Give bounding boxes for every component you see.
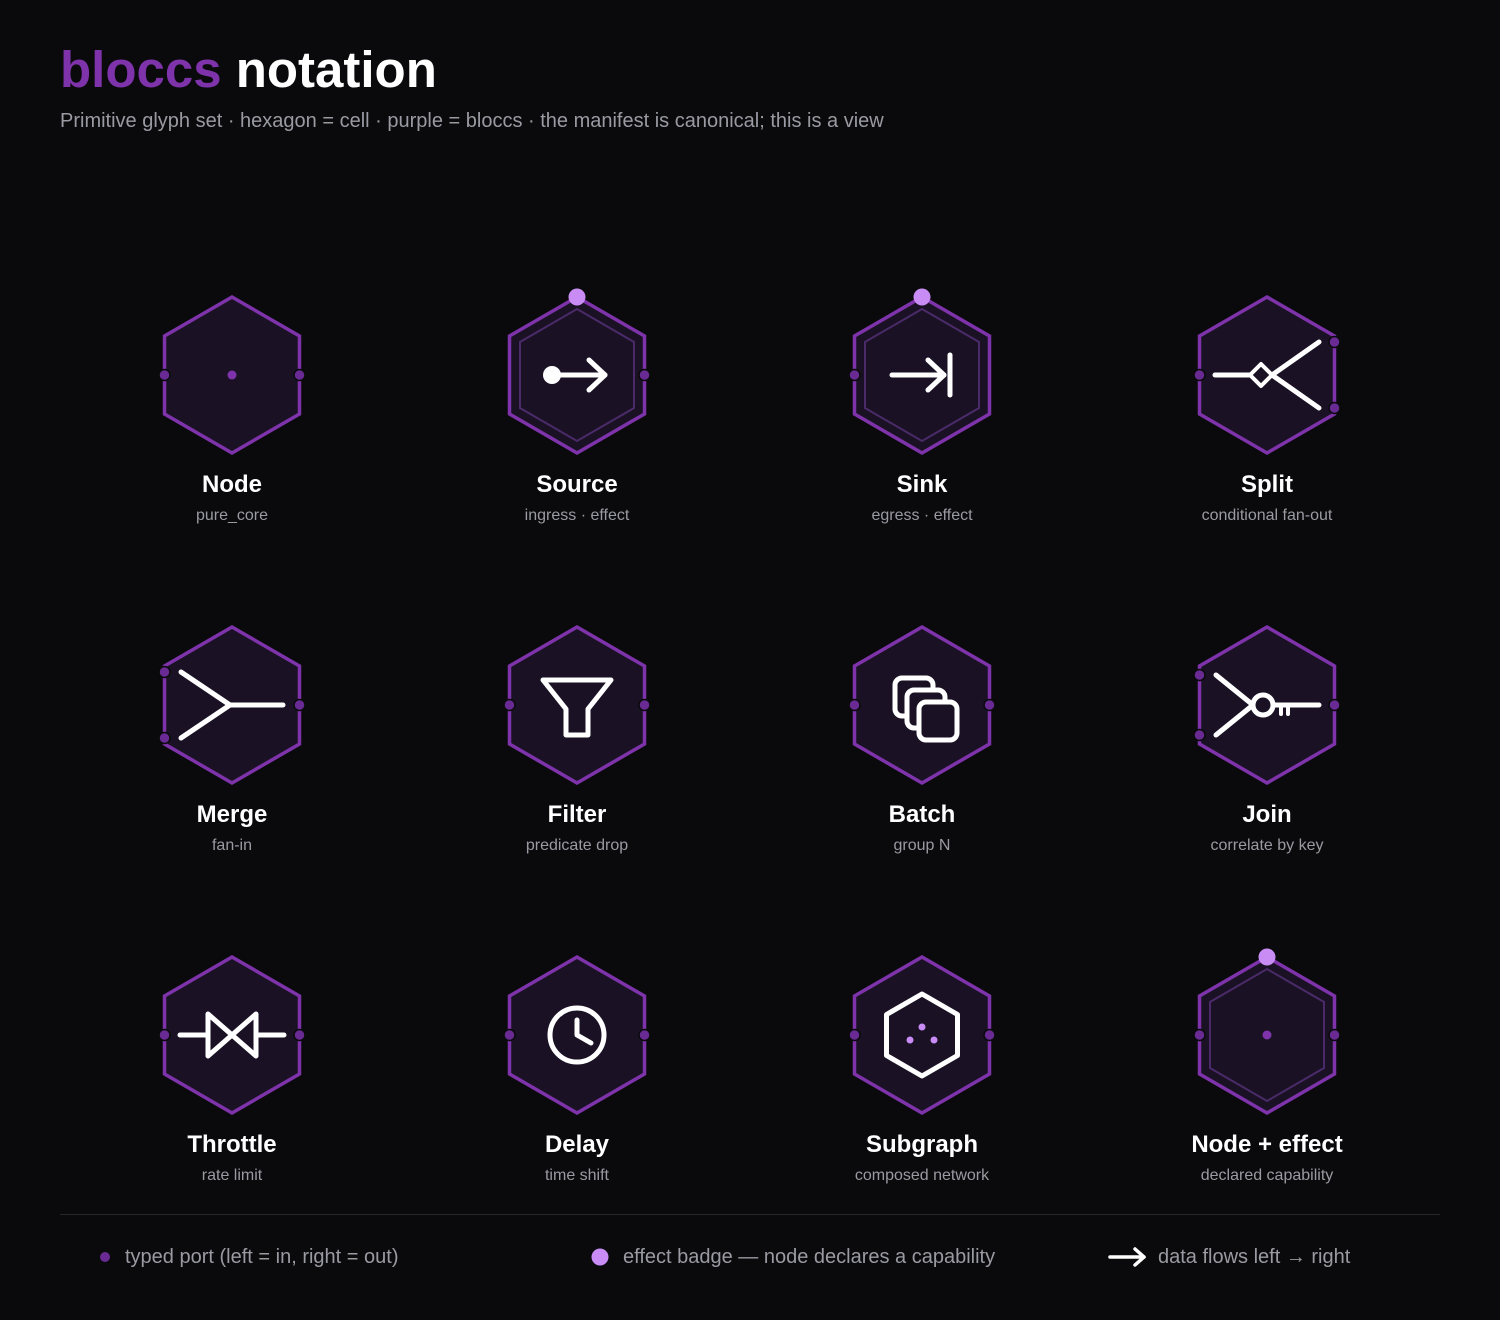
glyph-name: Batch [888,801,956,828]
join-glyph-svg [1193,624,1341,786]
glyph-merge: Merge fan-in [82,615,382,855]
glyph-name: Sink [896,471,948,498]
output-port [1328,1028,1341,1042]
glyph-name: Merge [196,801,268,828]
title-rest: notation [235,41,437,98]
input-port [503,698,516,712]
glyph-name: Throttle [187,1131,277,1158]
output-port [638,368,651,382]
glyph-desc: correlate by key [1210,837,1324,854]
subgraph-glyph-svg [848,954,996,1116]
legend-badge: effect badge — node declares a capabilit… [591,1241,995,1273]
legend-flow-label: data flows left → right [1158,1245,1351,1268]
badge-dot-icon [591,1248,609,1266]
glyph-filter: Filter predicate drop [427,615,727,855]
input-port-lower [158,731,171,745]
glyph-desc: pure_core [195,507,269,524]
glyph-name: Filter [547,801,607,828]
dot-icon [227,370,237,380]
arrow-right-icon [1108,1247,1146,1267]
input-port [158,1028,171,1042]
input-port [1193,1028,1206,1042]
output-port [983,698,996,712]
effect-badge [913,288,931,306]
glyph-desc: fan-in [211,837,253,854]
glyph-join: Join correlate by key [1117,615,1417,855]
glyph-name: Node [202,471,262,498]
source-glyph-svg [507,288,651,456]
output-port [638,698,651,712]
glyph-name: Source [536,471,618,498]
input-port [503,1028,516,1042]
output-port [293,368,306,382]
output-port [293,698,306,712]
sink-glyph-svg [848,288,992,456]
input-port [848,368,861,382]
glyph-batch: Batch group N [772,615,1072,855]
input-port-upper [158,665,171,679]
output-port [638,1028,651,1042]
glyph-desc: ingress · effect [524,507,630,524]
batch-glyph-svg [848,624,996,786]
node-effect-glyph-svg [1193,948,1341,1116]
input-port-upper [1193,668,1206,682]
glyph-desc: declared capability [1200,1167,1334,1184]
port-dot-icon [100,1252,110,1262]
output-port [1328,698,1341,712]
glyph-desc: time shift [544,1167,609,1184]
effect-badge [1258,948,1276,966]
input-port [848,698,861,712]
output-port [293,1028,306,1042]
glyph-desc: rate limit [201,1167,263,1184]
legend-badge-label: effect badge — node declares a capabilit… [623,1245,996,1268]
glyph-desc: predicate drop [525,837,629,854]
glyph-node: Node pure_core [82,285,382,525]
divider [60,1214,1440,1215]
title-brand: bloccs [60,41,222,98]
glyph-desc: conditional fan-out [1201,507,1333,524]
output-port [983,1028,996,1042]
input-port [158,368,171,382]
filter-glyph-svg [503,624,651,786]
input-port [848,1028,861,1042]
page-title: bloccs notation [60,38,884,102]
legend-port-label: typed port (left = in, right = out) [125,1245,399,1268]
throttle-glyph-svg [158,954,306,1116]
glyph-name: Subgraph [866,1131,978,1158]
glyph-delay: Delay time shift [427,945,727,1185]
glyph-name: Join [1242,801,1292,828]
glyph-sink: Sink egress · effect [772,285,1072,525]
delay-glyph-svg [503,954,651,1116]
glyph-desc: group N [893,837,951,854]
glyph-throttle: Throttle rate limit [82,945,382,1185]
node-glyph-svg [158,294,306,456]
dot-icon [1262,1030,1272,1040]
output-port-upper [1328,335,1341,349]
input-port [1193,368,1206,382]
split-glyph-svg [1193,294,1341,456]
legend-port: typed port (left = in, right = out) [99,1241,398,1273]
glyph-source: Source ingress · effect [427,285,727,525]
output-port-lower [1328,401,1341,415]
glyph-name: Node + effect [1191,1131,1343,1158]
glyph-subgraph: Subgraph composed network [772,945,1072,1185]
glyph-name: Delay [544,1131,610,1158]
effect-badge [568,288,586,306]
header: bloccs notation Primitive glyph set · he… [60,38,884,133]
glyph-split: Split conditional fan-out [1117,285,1417,525]
glyph-desc: composed network [854,1167,990,1184]
legend-flow: data flows left → right [1108,1241,1350,1273]
glyph-name: Split [1241,471,1293,498]
glyph-node-effect: Node + effect declared capability [1117,945,1417,1185]
page-subtitle: Primitive glyph set · hexagon = cell · p… [60,110,884,132]
input-port-lower [1193,728,1206,742]
merge-glyph-svg [158,624,306,786]
glyph-desc: egress · effect [871,507,973,524]
